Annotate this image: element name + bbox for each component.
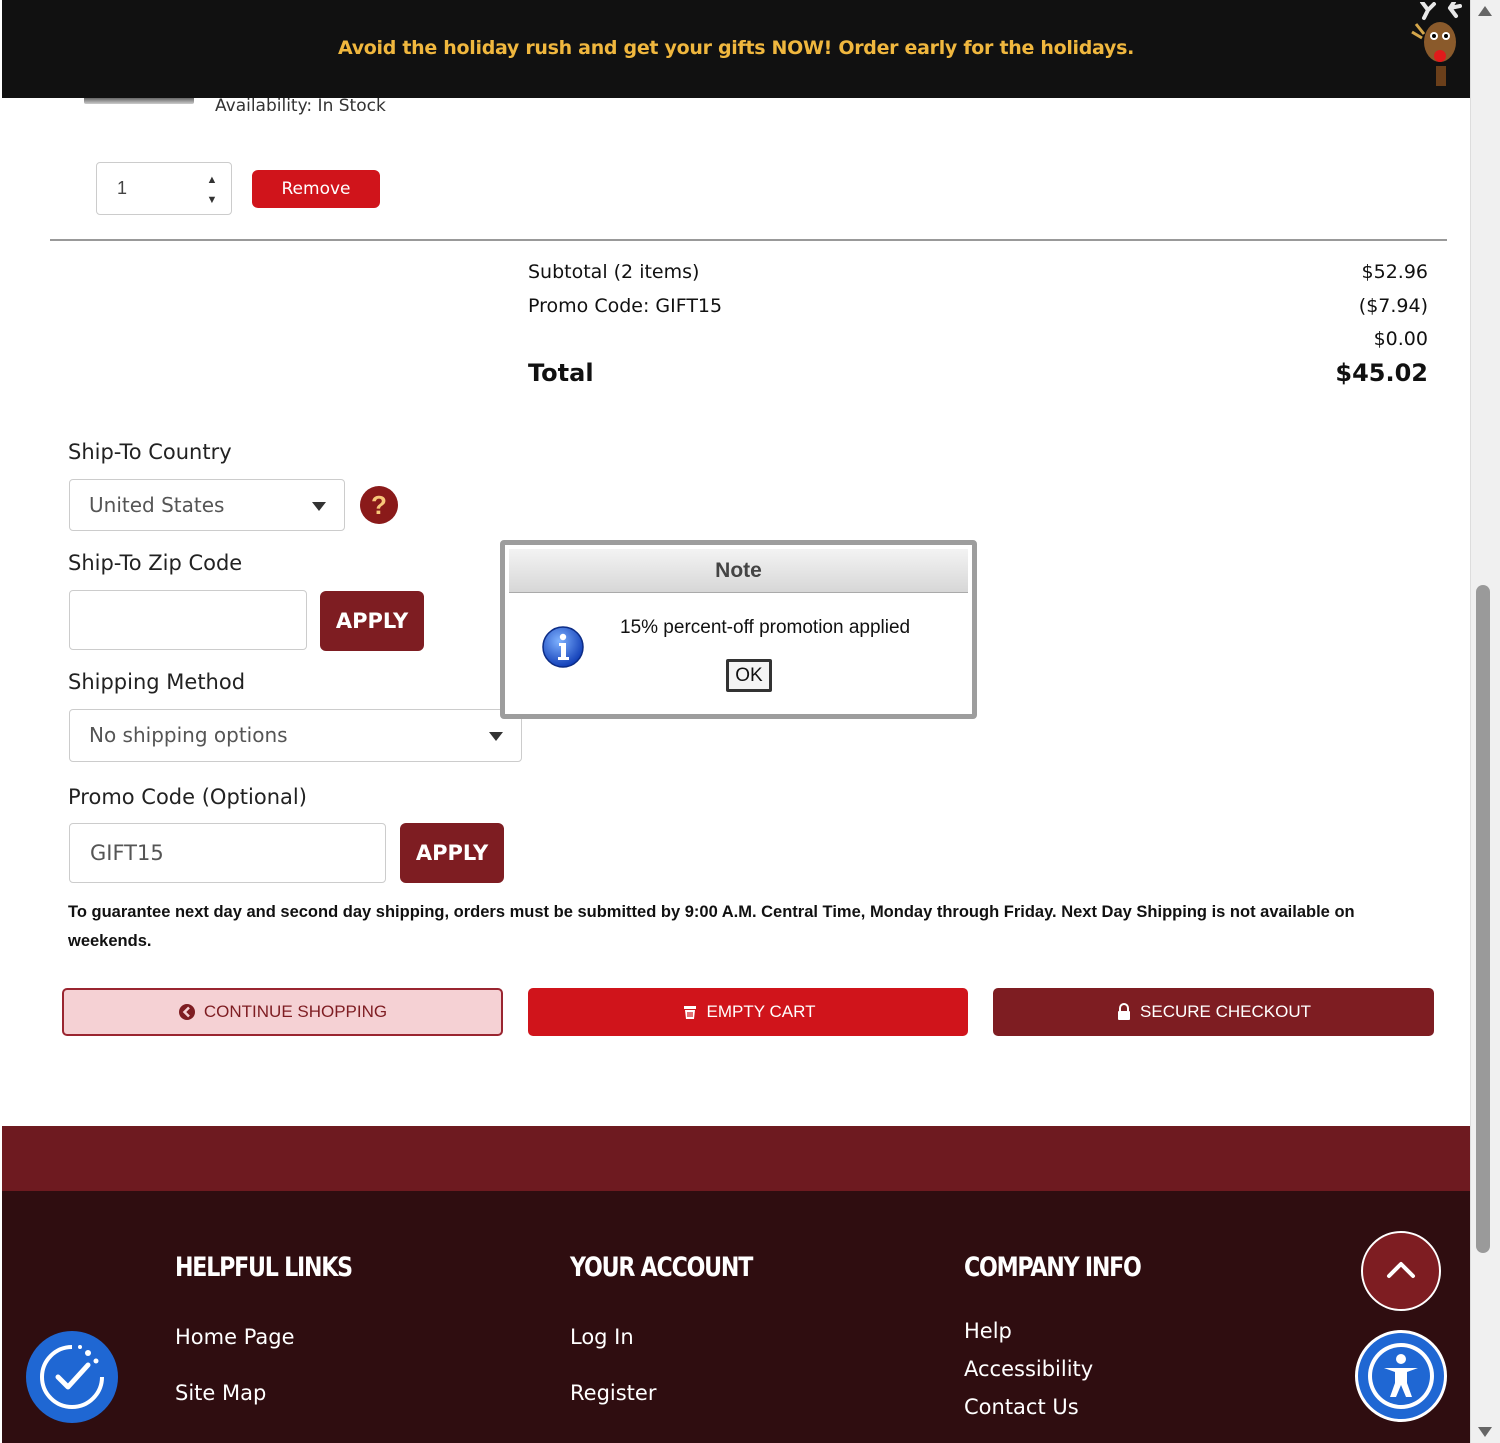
continue-shopping-button[interactable]: CONTINUE SHOPPING (62, 988, 503, 1036)
continue-shopping-label: CONTINUE SHOPPING (203, 1002, 388, 1021)
scrollbar[interactable] (1470, 0, 1500, 1443)
remove-button[interactable]: Remove (252, 170, 380, 208)
info-icon (542, 626, 584, 668)
promo-code-label: Promo Code (Optional) (68, 785, 307, 809)
accessibility-icon (1368, 1343, 1434, 1409)
scrollbar-thumb[interactable] (1476, 585, 1490, 1253)
footer (2, 1191, 1470, 1443)
note-dialog: Note 15% percent-off promotion applied O… (500, 540, 977, 719)
help-icon[interactable]: ? (360, 486, 398, 524)
chevron-left-circle-icon (178, 1004, 195, 1020)
subtotal-label: Subtotal (2 items) (528, 261, 700, 283)
availability-text: Availability: In Stock (215, 96, 386, 116)
divider (50, 239, 1447, 241)
company-info-heading: COMPANY INFO (964, 1252, 1142, 1283)
zip-input[interactable] (69, 590, 307, 650)
increment-icon[interactable]: ▲ (205, 170, 219, 190)
country-label: Ship-To Country (68, 440, 232, 464)
accessibility-check-button[interactable] (26, 1331, 118, 1423)
helpful-links-heading: HELPFUL LINKS (175, 1252, 353, 1283)
promo-value: ($7.94) (1358, 295, 1428, 317)
secure-checkout-button[interactable]: SECURE CHECKOUT (993, 988, 1434, 1036)
lock-icon (1118, 1003, 1131, 1020)
country-value: United States (89, 493, 225, 517)
scroll-up-icon[interactable] (1478, 6, 1492, 16)
footer-link-contact[interactable]: Contact Us (964, 1395, 1079, 1419)
footer-link-register[interactable]: Register (570, 1381, 656, 1405)
shipping-method-select[interactable]: No shipping options (69, 709, 522, 762)
country-select[interactable]: United States (69, 479, 345, 531)
shipping-method-value: No shipping options (89, 723, 288, 747)
holiday-banner: Avoid the holiday rush and get your gift… (2, 0, 1470, 98)
footer-link-help[interactable]: Help (964, 1319, 1012, 1343)
decrement-icon[interactable]: ▼ (205, 190, 219, 210)
empty-cart-button[interactable]: EMPTY CART (528, 988, 968, 1036)
promo-row: Promo Code: GIFT15 ($7.94) (528, 295, 1428, 317)
banner-text: Avoid the holiday rush and get your gift… (337, 37, 1135, 59)
page: Avoid the holiday rush and get your gift… (2, 0, 1470, 1443)
trash-icon (683, 1006, 696, 1019)
subtotal-value: $52.96 (1361, 261, 1428, 283)
scroll-down-icon[interactable] (1478, 1427, 1492, 1437)
shipping-value: $0.00 (1373, 328, 1428, 350)
quantity-stepper[interactable]: 1 ▲ ▼ (96, 162, 232, 215)
secure-checkout-label: SECURE CHECKOUT (1140, 1002, 1311, 1021)
quantity-arrows[interactable]: ▲ ▼ (205, 170, 219, 210)
chevron-down-icon (312, 502, 326, 511)
accessibility-button[interactable] (1355, 1330, 1447, 1422)
reindeer-icon (1411, 2, 1462, 86)
promo-apply-button[interactable]: APPLY (400, 823, 504, 883)
dialog-message: 15% percent-off promotion applied (620, 617, 911, 638)
your-account-heading: YOUR ACCOUNT (570, 1252, 753, 1283)
total-label: Total (528, 359, 594, 387)
quantity-value[interactable]: 1 (117, 178, 127, 199)
chevron-up-icon (1387, 1262, 1415, 1278)
footer-link-accessibility[interactable]: Accessibility (964, 1357, 1093, 1381)
promo-code-input[interactable]: GIFT15 (69, 823, 386, 883)
dialog-ok-button[interactable]: OK (726, 659, 772, 692)
zip-label: Ship-To Zip Code (68, 551, 243, 575)
promo-code-value: GIFT15 (90, 841, 164, 865)
shipping-method-label: Shipping Method (68, 670, 246, 694)
empty-cart-label: EMPTY CART (706, 1002, 816, 1021)
check-badge-icon (40, 1345, 104, 1409)
footer-band (2, 1126, 1470, 1191)
chevron-down-icon (489, 732, 503, 741)
scroll-to-top-button[interactable] (1361, 1231, 1441, 1311)
shipping-guarantee-note: To guarantee next day and second day shi… (68, 903, 1355, 950)
total-row: Total $45.02 (528, 359, 1428, 387)
subtotal-row: Subtotal (2 items) $52.96 (528, 261, 1428, 283)
promo-label: Promo Code: GIFT15 (528, 295, 723, 317)
total-value: $45.02 (1335, 359, 1428, 387)
shipping-row: $0.00 (528, 328, 1428, 350)
footer-link-login[interactable]: Log In (570, 1325, 634, 1349)
dialog-title: Note (509, 549, 968, 593)
zip-apply-button[interactable]: APPLY (320, 591, 424, 651)
footer-link-home[interactable]: Home Page (175, 1325, 295, 1349)
footer-link-sitemap[interactable]: Site Map (175, 1381, 266, 1405)
